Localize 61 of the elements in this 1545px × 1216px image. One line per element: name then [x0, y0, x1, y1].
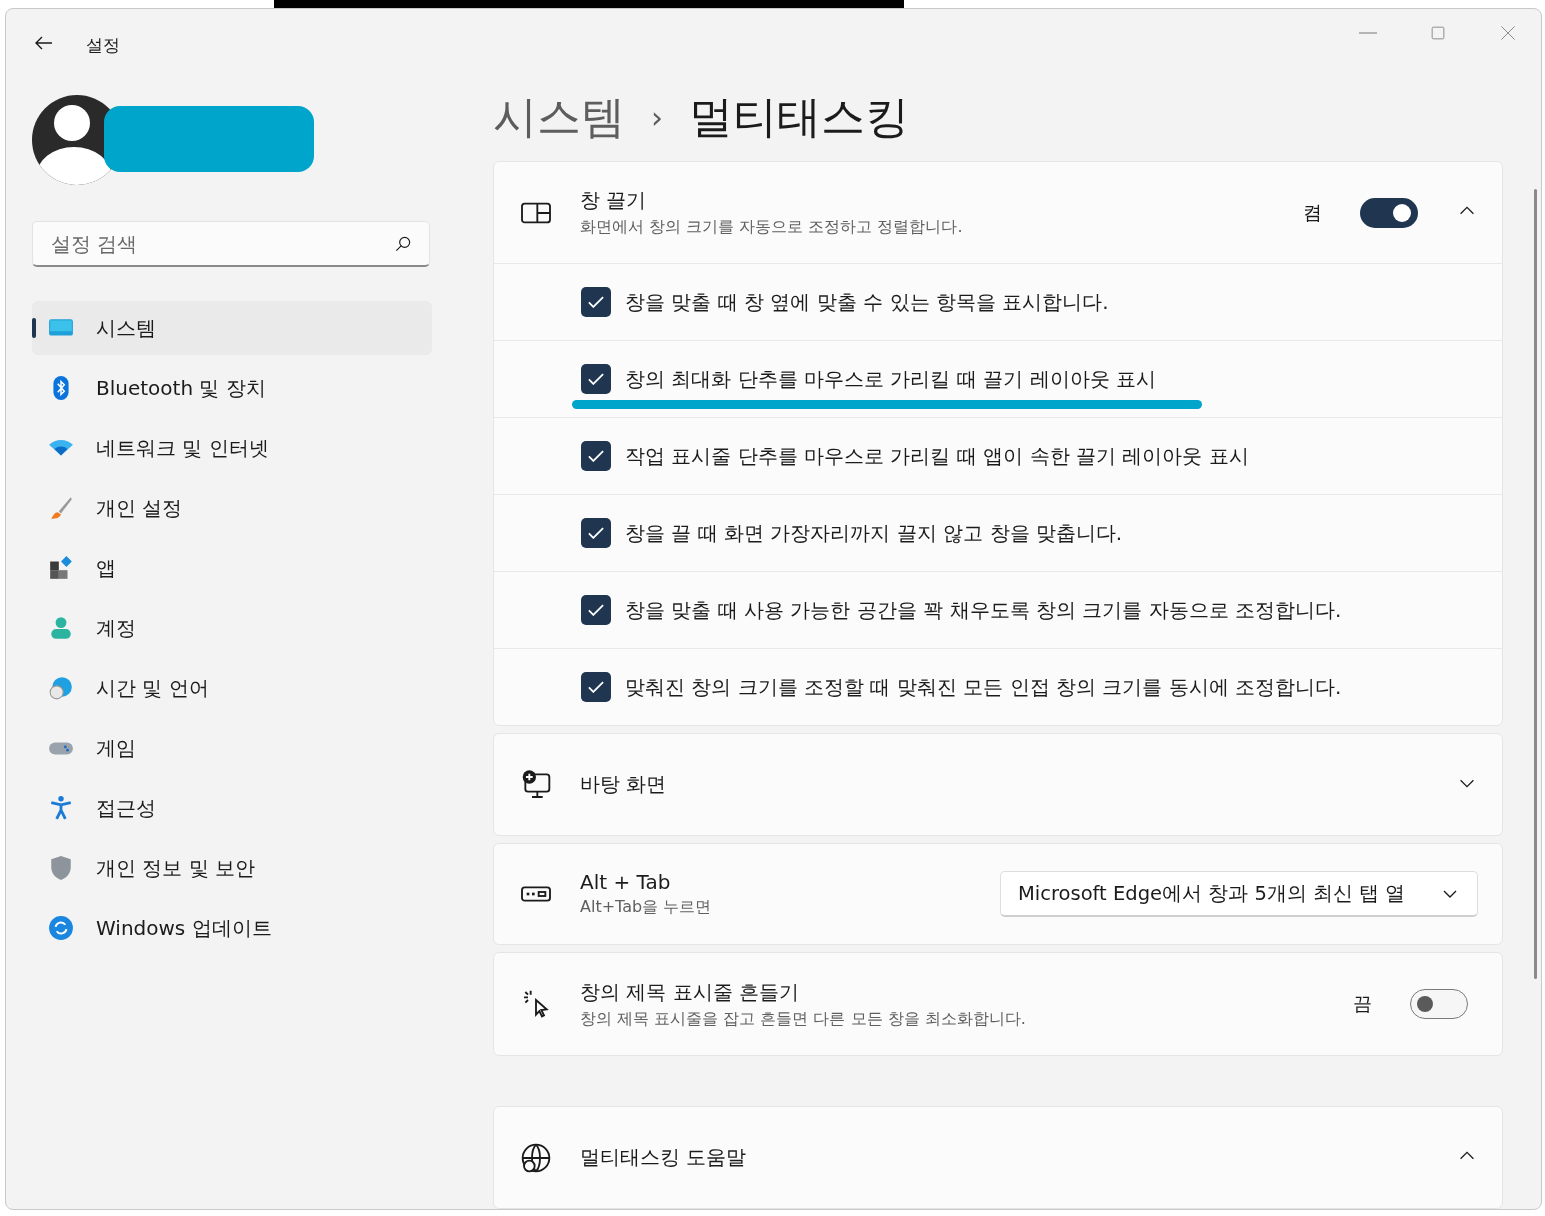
checkbox[interactable]	[581, 518, 611, 548]
scrollbar[interactable]	[1534, 189, 1537, 979]
shield-icon	[48, 855, 74, 881]
setting-description: 창의 제목 표시줄을 잡고 흔들면 다른 모든 창을 최소화합니다.	[580, 1008, 1027, 1030]
setting-title: 멀티태스킹 도움말	[580, 1144, 748, 1171]
breadcrumb-separator: ›	[651, 99, 663, 135]
checkmark-icon	[588, 296, 604, 308]
sidebar-item[interactable]: 앱	[32, 541, 432, 595]
sidebar-item[interactable]: 게임	[32, 721, 432, 775]
checkbox[interactable]	[581, 287, 611, 317]
checkmark-icon	[588, 450, 604, 462]
toggle-state-label: 켬	[1303, 199, 1322, 225]
close-icon	[1498, 23, 1518, 43]
chevron-down-icon	[1443, 889, 1457, 898]
setting-title: 창 끌기	[580, 187, 648, 214]
minimize-icon	[1359, 32, 1377, 34]
person-icon	[48, 615, 74, 641]
checkbox[interactable]	[581, 672, 611, 702]
page-title: 멀티태스킹	[689, 89, 909, 144]
setting-title: 바탕 화면	[580, 771, 668, 798]
checkmark-icon	[588, 604, 604, 616]
accessibility-icon	[48, 795, 74, 821]
desktop-add-icon	[520, 768, 552, 801]
sidebar-item[interactable]: Windows 업데이트	[32, 901, 432, 955]
checkmark-icon	[588, 681, 604, 693]
sidebar-item[interactable]: 네트워크 및 인터넷	[32, 421, 432, 475]
sidebar-item[interactable]: 시스템	[32, 301, 432, 355]
globe-clock-icon	[48, 675, 74, 701]
setting-description: Alt+Tab을 누르면	[580, 897, 713, 918]
checkbox-label: 창을 맞출 때 창 옆에 맞출 수 있는 항목을 표시합니다.	[625, 288, 1109, 316]
checkbox-label: 맞춰진 창의 크기를 조정할 때 맞춰진 모든 인접 창의 크기를 동시에 조정합니다.	[625, 673, 1342, 701]
checkbox-label: 창을 끌 때 화면 가장자리까지 끌지 않고 창을 맞춥니다.	[625, 519, 1123, 547]
sidebar-item[interactable]: Bluetooth 및 장치	[32, 361, 432, 415]
checkbox[interactable]	[581, 364, 611, 394]
globe-search-icon	[520, 1141, 552, 1174]
toggle-switch[interactable]	[1360, 197, 1418, 228]
paintbrush-icon	[48, 495, 74, 521]
apps-icon	[48, 555, 74, 581]
breadcrumb-link[interactable]: 시스템	[493, 87, 625, 147]
checkbox-label: 창의 최대화 단추를 마우스로 가리킬 때 끌기 레이아웃 표시	[625, 365, 1156, 393]
toggle-switch[interactable]	[1410, 989, 1468, 1019]
toggle-state-label: 끔	[1353, 991, 1372, 1016]
sidebar-item[interactable]: 계정	[32, 601, 432, 655]
checkmark-icon	[588, 527, 604, 539]
sidebar-item[interactable]: 접근성	[32, 781, 432, 835]
checkbox[interactable]	[581, 441, 611, 471]
checkmark-icon	[588, 373, 604, 385]
search-field[interactable]: 설정 검색	[32, 221, 430, 267]
sidebar-item[interactable]: 시간 및 언어	[32, 661, 432, 715]
setting-title: 창의 제목 표시줄 흔들기	[580, 978, 801, 1006]
window-title: 설정	[86, 33, 120, 57]
sidebar-item[interactable]: 개인 설정	[32, 481, 432, 535]
checkbox-label: 창을 맞출 때 사용 가능한 공간을 꽉 채우도록 창의 크기를 자동으로 조정합니다.	[625, 596, 1342, 624]
dropdown[interactable]: Microsoft Edge에서 창과 5개의 최신 탭 열	[1000, 871, 1478, 917]
sync-icon	[48, 915, 74, 941]
setting-description: 화면에서 창의 크기를 자동으로 조정하고 정렬합니다.	[580, 217, 964, 238]
search-input[interactable]: 설정 검색	[49, 230, 393, 257]
sidebar-item[interactable]: 개인 정보 및 보안	[32, 841, 432, 895]
setting-title: Alt + Tab	[580, 870, 672, 894]
checkbox[interactable]	[581, 595, 611, 625]
checkbox-label: 작업 표시줄 단추를 마우스로 가리킬 때 앱이 속한 끌기 레이아웃 표시	[625, 442, 1249, 470]
